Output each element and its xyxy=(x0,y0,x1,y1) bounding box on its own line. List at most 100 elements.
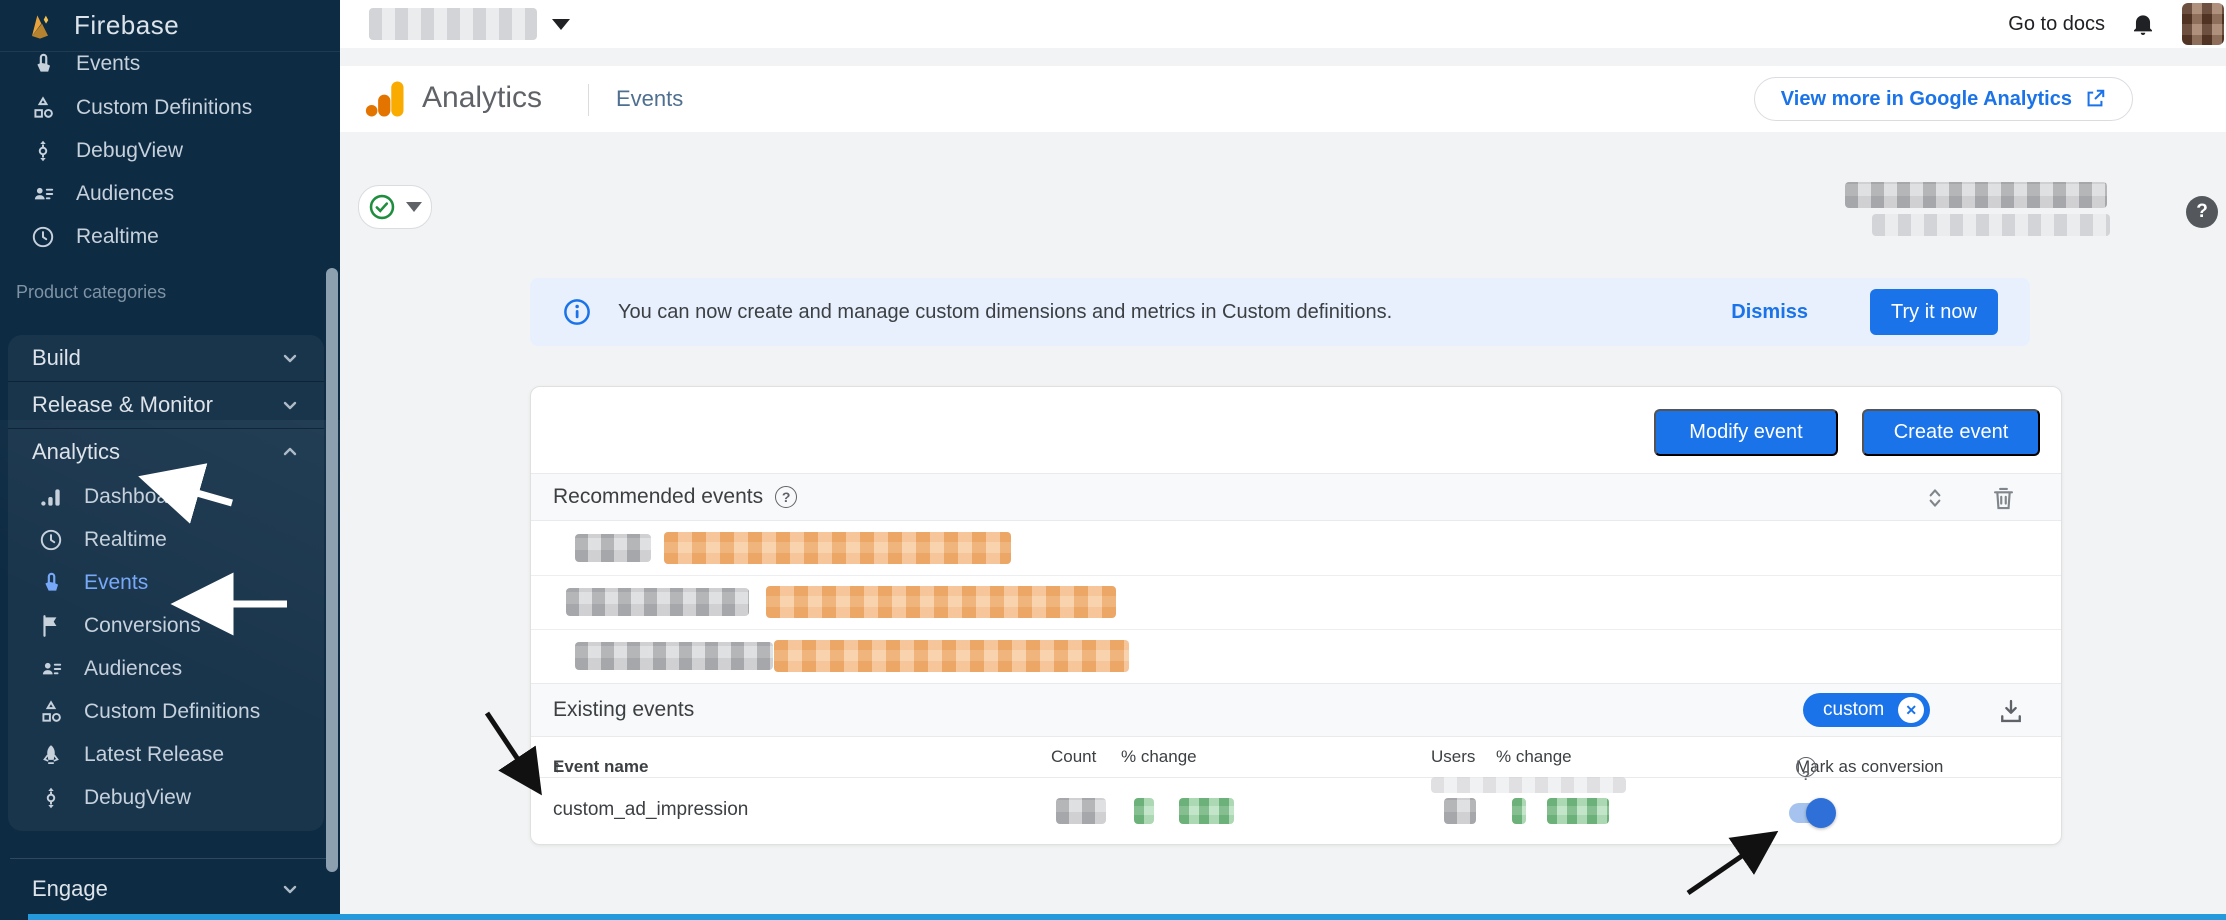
trash-icon[interactable] xyxy=(1990,485,2017,512)
help-glyph: ? xyxy=(782,489,791,505)
notifications-bell-icon[interactable] xyxy=(2130,11,2156,37)
close-glyph: ✕ xyxy=(1905,702,1917,719)
chevron-down-icon xyxy=(278,346,302,370)
redacted-count-value xyxy=(1056,798,1106,824)
chevron-down-icon xyxy=(278,877,302,901)
subitem-label: Conversions xyxy=(84,614,201,638)
touch-icon xyxy=(30,51,56,77)
sort-rows-icon[interactable] xyxy=(1922,485,1948,511)
sidebar-item-audiences[interactable]: Audiences xyxy=(8,647,324,690)
sidebar-item-events-active[interactable]: Events xyxy=(8,561,324,604)
chevron-down-icon xyxy=(406,202,422,212)
project-selector-caret-icon[interactable] xyxy=(552,19,570,30)
section-release-label: Release & Monitor xyxy=(32,392,213,418)
recommended-event-row[interactable] xyxy=(531,629,2061,683)
dismiss-button[interactable]: Dismiss xyxy=(1731,301,1808,324)
section-analytics-label: Analytics xyxy=(32,439,120,465)
subitem-label: Audiences xyxy=(84,657,182,681)
rocket-icon xyxy=(38,742,64,768)
firebase-logo-icon xyxy=(24,10,56,42)
audiences-icon xyxy=(30,181,56,207)
sidebar-item-conversions[interactable]: Conversions xyxy=(8,604,324,647)
subitem-label: Dashboard xyxy=(84,485,187,509)
sort-ascending-icon: ↑ xyxy=(553,757,562,777)
section-build[interactable]: Build xyxy=(8,335,324,382)
header-separator xyxy=(588,84,589,116)
section-engage-label: Engage xyxy=(32,876,108,902)
debug-icon xyxy=(30,138,56,164)
redacted-users-value xyxy=(1444,798,1476,824)
download-icon[interactable] xyxy=(1997,697,2025,725)
help-glyph: ? xyxy=(2196,201,2208,223)
column-count[interactable]: Count xyxy=(1051,747,1096,767)
product-categories-label: Product categories xyxy=(16,282,166,303)
sidebar-item-label: Custom Definitions xyxy=(76,96,252,120)
help-icon[interactable]: ? xyxy=(2186,196,2218,228)
create-event-button[interactable]: Create event xyxy=(1862,409,2040,456)
user-avatar[interactable] xyxy=(2182,3,2224,45)
event-table-row[interactable]: custom_ad_impression xyxy=(531,777,2061,845)
sidebar-item-label: Audiences xyxy=(76,182,174,206)
redacted-users-change-value xyxy=(1512,798,1526,824)
sidebar-item-realtime-top[interactable]: Realtime xyxy=(0,215,330,258)
clock-icon xyxy=(38,527,64,553)
sidebar-item-debugview-top[interactable]: DebugView xyxy=(0,129,330,172)
subitem-label: Latest Release xyxy=(84,743,224,767)
sidebar-scrollbar[interactable] xyxy=(326,268,338,872)
flag-icon xyxy=(38,613,64,639)
custom-filter-chip[interactable]: custom ✕ xyxy=(1803,693,1930,727)
column-users-change[interactable]: % change xyxy=(1496,747,1572,767)
redacted-users-change-value xyxy=(1547,798,1609,824)
help-circle-icon[interactable]: ? xyxy=(775,486,797,508)
subitem-label: Custom Definitions xyxy=(84,700,260,724)
redacted-change-value xyxy=(1179,798,1234,824)
redacted-project-name xyxy=(369,8,537,40)
audiences-icon xyxy=(38,656,64,682)
sidebar-item-events-top[interactable]: Events xyxy=(0,42,330,85)
redacted-event-name xyxy=(575,534,651,562)
view-more-google-analytics-button[interactable]: View more in Google Analytics xyxy=(1754,77,2133,121)
redacted-event-description-highlight xyxy=(774,640,1129,672)
recommended-event-row[interactable] xyxy=(531,575,2061,630)
events-table-header: Event name ↑ Count % change Users % chan… xyxy=(531,737,2061,778)
view-more-label: View more in Google Analytics xyxy=(1781,88,2072,111)
subitem-label: Events xyxy=(84,571,148,595)
subitem-label: DebugView xyxy=(84,786,191,810)
sidebar-item-label: DebugView xyxy=(76,139,183,163)
sidebar-item-custom-definitions-top[interactable]: Custom Definitions xyxy=(0,86,330,129)
recommended-event-row[interactable] xyxy=(531,521,2061,576)
check-circle-icon xyxy=(368,193,396,221)
arrow-to-event-row xyxy=(487,713,535,785)
sidebar-divider xyxy=(10,858,330,859)
redacted-date-range xyxy=(1845,182,2107,208)
try-it-now-button[interactable]: Try it now xyxy=(1870,289,1998,335)
brand-name: Firebase xyxy=(74,10,179,41)
recommended-events-header: Recommended events ? xyxy=(531,473,2061,521)
column-change[interactable]: % change xyxy=(1121,747,1197,767)
existing-events-title: Existing events xyxy=(553,698,694,722)
google-analytics-logo-icon xyxy=(365,78,407,120)
section-engage[interactable]: Engage xyxy=(8,866,324,912)
sidebar-item-realtime[interactable]: Realtime xyxy=(8,518,324,561)
sidebar-item-label: Realtime xyxy=(76,225,159,249)
mark-as-conversion-toggle[interactable] xyxy=(1789,803,1833,823)
remove-filter-icon[interactable]: ✕ xyxy=(1898,697,1924,723)
sidebar-item-debugview[interactable]: DebugView xyxy=(8,776,324,819)
modify-event-button[interactable]: Modify event xyxy=(1654,409,1838,456)
section-analytics[interactable]: Analytics xyxy=(8,429,324,475)
sidebar-item-custom-definitions[interactable]: Custom Definitions xyxy=(8,690,324,733)
column-users[interactable]: Users xyxy=(1431,747,1475,767)
sidebar-item-latest-release[interactable]: Latest Release xyxy=(8,733,324,776)
page-title: Events xyxy=(616,86,683,112)
status-filter-chip[interactable] xyxy=(358,185,432,229)
column-label: Event name xyxy=(553,757,648,777)
chevron-up-icon xyxy=(278,440,302,464)
sidebar-item-dashboard[interactable]: Dashboard xyxy=(8,475,324,518)
events-card: Modify event Create event Recommended ev… xyxy=(530,386,2062,845)
sidebar-item-audiences-top[interactable]: Audiences xyxy=(0,172,330,215)
help-circle-icon[interactable]: ? xyxy=(1796,757,1816,777)
arrow-to-conversion-toggle xyxy=(1688,838,1768,893)
recommended-events-title: Recommended events xyxy=(553,485,763,509)
go-to-docs-link[interactable]: Go to docs xyxy=(2008,0,2105,48)
section-release-monitor[interactable]: Release & Monitor xyxy=(8,382,324,429)
